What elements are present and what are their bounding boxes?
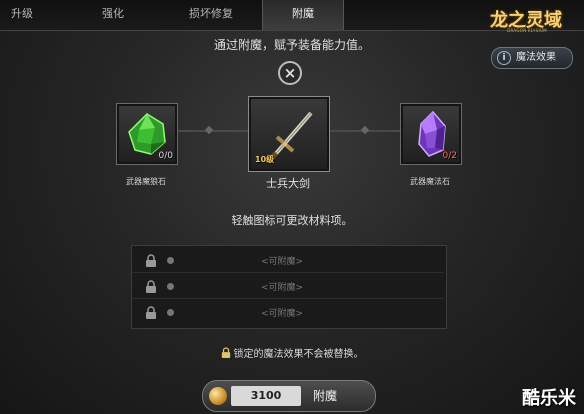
magic-stone-caption: 武器魔法石 xyxy=(410,177,450,186)
weapon-name: 士兵大剑 xyxy=(266,177,310,190)
info-icon: i xyxy=(497,51,511,65)
page-headline: 通过附魔，赋予装备能力值。 xyxy=(213,38,370,52)
tab-repair[interactable]: 损坏修复 xyxy=(178,0,244,30)
tab-strengthen[interactable]: 强化 xyxy=(90,0,136,30)
slot-indicator-dot xyxy=(167,283,174,290)
enchant-button-label: 附魔 xyxy=(313,389,338,403)
slot-indicator-dot xyxy=(167,257,174,264)
enchant-slot-row[interactable]: <可附魔> xyxy=(132,250,444,273)
connector-dot-left xyxy=(204,125,214,135)
game-screen: 升级 强化 损坏修复 附魔 龙之灵域 DRAGON ELYSIUM i 魔法效果… xyxy=(0,0,584,414)
wolf-stone-count: 0/0 xyxy=(158,151,173,161)
material-hint: 轻触图标可更改材料项。 xyxy=(231,214,353,227)
enchant-button[interactable]: 3100 附魔 xyxy=(202,380,376,412)
connector-left xyxy=(178,130,248,132)
tab-upgrade[interactable]: 升级 xyxy=(0,0,44,30)
weapon-level: 10级 xyxy=(255,155,275,164)
lock-icon[interactable] xyxy=(145,280,157,294)
lock-note-text: 锁定的魔法效果不会被替换。 xyxy=(233,349,364,360)
magic-stone-count: 0/2 xyxy=(442,151,457,161)
enchant-slot-text: <可附魔> xyxy=(260,257,304,267)
game-logo-subtitle: DRAGON ELYSIUM xyxy=(507,28,547,33)
lock-icon xyxy=(221,347,230,358)
wolf-stone-caption: 武器魔狼石 xyxy=(126,177,166,186)
lock-note: 锁定的魔法效果不会被替换。 xyxy=(0,345,584,360)
watermark: 酷乐米 xyxy=(522,388,576,409)
lock-icon[interactable] xyxy=(145,306,157,320)
close-icon: × xyxy=(283,64,297,82)
game-logo: 龙之灵域 xyxy=(490,10,562,31)
enchant-cost: 3100 xyxy=(231,386,301,406)
gold-coin-icon xyxy=(209,387,227,405)
lock-icon[interactable] xyxy=(145,254,157,268)
weapon-magic-stone-slot[interactable]: 0/2 xyxy=(400,103,462,165)
tab-enchant[interactable]: 附魔 xyxy=(262,0,344,30)
enchant-slot-text: <可附魔> xyxy=(260,309,304,319)
enchant-slots-panel: <可附魔> <可附魔> <可附魔> xyxy=(131,245,447,329)
enchant-slot-row[interactable]: <可附魔> xyxy=(132,276,444,299)
enchant-slot-row[interactable]: <可附魔> xyxy=(132,302,444,324)
close-button[interactable]: × xyxy=(278,61,302,85)
weapon-slot[interactable]: 10级 xyxy=(248,96,330,172)
connector-dot-right xyxy=(360,125,370,135)
weapon-wolf-stone-slot[interactable]: 0/0 xyxy=(116,103,178,165)
slot-indicator-dot xyxy=(167,309,174,316)
enchant-slot-text: <可附魔> xyxy=(260,283,304,293)
